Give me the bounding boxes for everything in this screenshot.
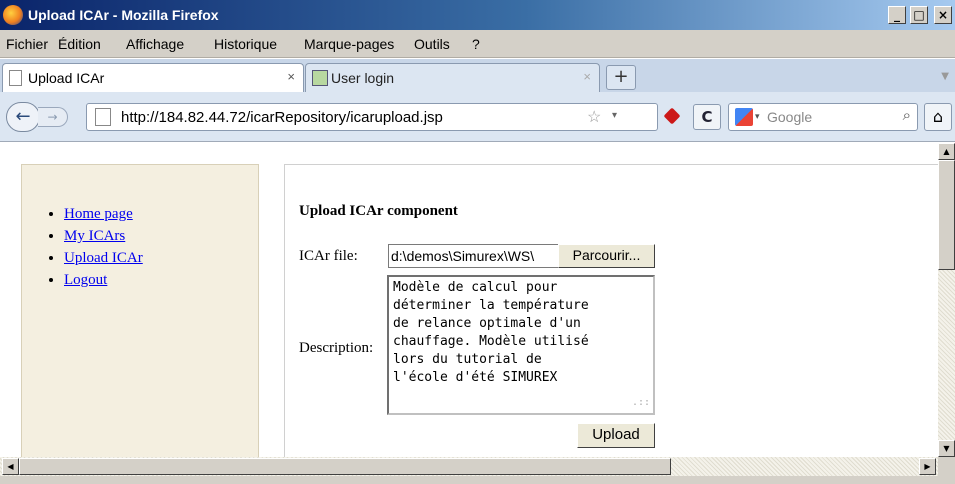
vertical-scrollbar[interactable]: ▲ ▼ [938,143,955,457]
navigation-toolbar: ← → http://184.82.44.72/icarRepository/i… [0,92,955,142]
address-bar[interactable]: http://184.82.44.72/icarRepository/icaru… [86,103,658,131]
back-button[interactable]: ← [6,102,40,132]
nav-item: Home page [64,203,143,225]
tab-upload-icar[interactable]: Upload ICAr × [2,63,304,92]
home-button[interactable]: ⌂ [924,103,952,131]
upload-button[interactable]: Upload [577,423,655,448]
file-input[interactable]: d:\demos\Simurex\WS\ [388,244,562,268]
favicon-icon [312,70,328,86]
tab-close-icon[interactable]: × [287,69,295,84]
search-box[interactable]: ▾ Google ⌕ [728,103,918,131]
tab-close-icon[interactable]: × [583,69,591,84]
nav-list: Home page My ICArs Upload ICAr Logout [64,203,143,291]
menu-help[interactable]: ? [472,36,480,52]
horizontal-scrollbar[interactable]: ◀ ▶ [0,457,938,476]
search-engine-dropdown-icon[interactable]: ▾ [755,111,760,122]
browse-button[interactable]: Parcourir... [558,244,655,268]
description-line: de relance optimale d'un [393,316,581,331]
menu-outils[interactable]: Outils [414,36,450,52]
new-tab-button[interactable]: + [606,65,636,90]
minimize-button[interactable]: _ [888,6,906,24]
sidebar: Home page My ICArs Upload ICAr Logout [21,164,259,457]
page-content: Home page My ICArs Upload ICAr Logout Up… [0,143,938,457]
form-heading: Upload ICAr component [299,203,458,219]
description-line: l'école d'été SIMUREX [393,370,558,385]
page-icon [95,108,111,126]
close-window-button[interactable]: × [934,6,952,24]
tab-label: Upload ICAr [28,70,105,86]
scroll-up-arrow-icon[interactable]: ▲ [938,143,955,160]
google-icon[interactable] [735,108,753,126]
menu-historique[interactable]: Historique [214,36,277,52]
tab-list-chevron-icon[interactable]: ▼ [941,71,949,82]
search-icon[interactable]: ⌕ [903,107,911,124]
tab-user-login[interactable]: User login × [305,63,600,92]
page-icon [9,70,22,86]
window-title: Upload ICAr - Mozilla Firefox [28,7,219,23]
firefox-logo-icon [3,5,23,25]
tab-bar: Upload ICAr × User login × + ▼ [0,59,955,92]
bookmark-icon[interactable] [663,107,681,125]
bookmark-star-icon[interactable]: ☆ [587,107,601,127]
back-forward-group: ← → [6,102,70,132]
status-strip [0,476,955,484]
scroll-right-arrow-icon[interactable]: ▶ [919,458,936,475]
description-line: chauffage. Modèle utilisé [393,334,589,349]
maximize-button[interactable]: □ [910,6,928,24]
description-textarea[interactable]: Modèle de calcul pour déterminer la tempé… [387,275,655,415]
link-home-page[interactable]: Home page [64,206,133,222]
upload-form-panel: Upload ICAr component ICAr file: d:\demo… [284,164,938,457]
description-line: déterminer la température [393,298,589,313]
resize-grip-icon[interactable]: .:: [632,394,650,412]
url-text[interactable]: http://184.82.44.72/icarRepository/icaru… [121,109,443,126]
link-my-icars[interactable]: My ICArs [64,228,125,244]
scroll-left-arrow-icon[interactable]: ◀ [2,458,19,475]
menu-marque-pages[interactable]: Marque-pages [304,36,394,52]
forward-button[interactable]: → [38,107,68,127]
window-title-bar: Upload ICAr - Mozilla Firefox _ □ × [0,0,955,30]
menu-fichier[interactable]: Fichier [6,36,48,52]
link-upload-icar[interactable]: Upload ICAr [64,250,143,266]
search-placeholder: Google [767,109,813,125]
scroll-down-arrow-icon[interactable]: ▼ [938,440,955,457]
menu-bar: Fichier Édition Affichage Historique Mar… [0,30,955,58]
nav-item: My ICArs [64,225,143,247]
horizontal-scroll-thumb[interactable] [19,458,671,475]
reload-button[interactable]: C [693,104,721,130]
menu-affichage[interactable]: Affichage [126,36,184,52]
tab-label: User login [331,70,395,86]
history-dropdown-icon[interactable]: ▾ [612,110,617,121]
description-line: Modèle de calcul pour [393,280,558,295]
link-logout[interactable]: Logout [64,272,107,288]
nav-item: Logout [64,269,143,291]
nav-item: Upload ICAr [64,247,143,269]
scrollbar-corner [938,457,955,476]
menu-edition[interactable]: Édition [58,36,101,52]
file-label: ICAr file: [299,248,358,264]
vertical-scroll-thumb[interactable] [938,160,955,270]
description-label: Description: [299,340,374,356]
description-line: lors du tutorial de [393,352,542,367]
